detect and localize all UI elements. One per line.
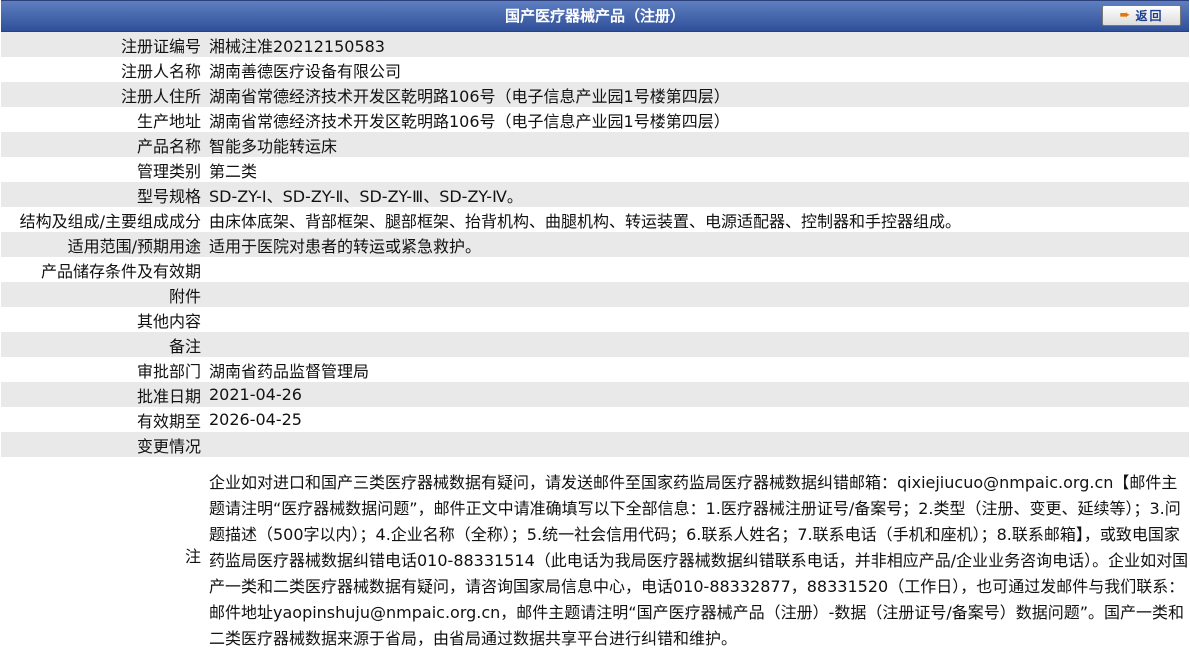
table-row: 附件 — [1, 282, 1189, 307]
field-value: 湖南省药品监督管理局 — [205, 357, 1189, 382]
table-row: 生产地址 湖南省常德经济技术开发区乾明路106号（电子信息产业园1号楼第四层） — [1, 107, 1189, 132]
table-row: 其他内容 — [1, 307, 1189, 332]
field-value: 湖南省常德经济技术开发区乾明路106号（电子信息产业园1号楼第四层） — [205, 107, 1189, 132]
table-row: 产品储存条件及有效期 — [1, 257, 1189, 282]
field-value: 2026-04-25 — [205, 407, 1189, 432]
arrow-right-icon: ➨ — [1119, 8, 1131, 23]
note-text: 企业如对进口和国产三类医疗器械数据有疑问，请发送邮件至国家药监局医疗器械数据纠错… — [205, 457, 1189, 652]
field-label: 附件 — [1, 282, 205, 307]
table-row: 管理类别 第二类 — [1, 157, 1189, 182]
field-label: 注册人住所 — [1, 82, 205, 107]
field-label: 结构及组成/主要组成成分 — [1, 207, 205, 232]
detail-table: 注册证编号 湘械注准20212150583 注册人名称 湖南善德医疗设备有限公司 注册人… — [1, 32, 1189, 652]
field-label: 产品名称 — [1, 132, 205, 157]
field-label: 备注 — [1, 332, 205, 357]
field-value — [205, 332, 1189, 357]
table-row: 型号规格 SD-ZY-Ⅰ、SD-ZY-Ⅱ、SD-ZY-Ⅲ、SD-ZY-Ⅳ。 — [1, 182, 1189, 207]
table-row: 注册证编号 湘械注准20212150583 — [1, 32, 1189, 57]
field-value: 第二类 — [205, 157, 1189, 182]
back-button[interactable]: ➨ 返回 — [1102, 5, 1181, 26]
field-label: 生产地址 — [1, 107, 205, 132]
field-label: 其他内容 — [1, 307, 205, 332]
field-value: 湖南省常德经济技术开发区乾明路106号（电子信息产业园1号楼第四层） — [205, 82, 1189, 107]
field-label: 有效期至 — [1, 407, 205, 432]
field-value — [205, 432, 1189, 457]
field-value: 湘械注准20212150583 — [205, 32, 1189, 57]
table-row: 注册人名称 湖南善德医疗设备有限公司 — [1, 57, 1189, 82]
field-label: 注册证编号 — [1, 32, 205, 57]
field-value: 适用于医院对患者的转运或紧急救护。 — [205, 232, 1189, 257]
field-label: 注册人名称 — [1, 57, 205, 82]
field-value — [205, 257, 1189, 282]
field-value: 湖南善德医疗设备有限公司 — [205, 57, 1189, 82]
field-label: 管理类别 — [1, 157, 205, 182]
field-label: 审批部门 — [1, 357, 205, 382]
table-row: 有效期至 2026-04-25 — [1, 407, 1189, 432]
field-value: 智能多功能转运床 — [205, 132, 1189, 157]
back-button-label: 返回 — [1135, 9, 1164, 23]
field-label: 变更情况 — [1, 432, 205, 457]
field-value: 2021-04-26 — [205, 382, 1189, 407]
table-row: 变更情况 — [1, 432, 1189, 457]
table-row: 批准日期 2021-04-26 — [1, 382, 1189, 407]
note-row: 注企业如对进口和国产三类医疗器械数据有疑问，请发送邮件至国家药监局医疗器械数据纠… — [1, 457, 1189, 652]
field-label: 产品储存条件及有效期 — [1, 257, 205, 282]
table-row: 产品名称 智能多功能转运床 — [1, 132, 1189, 157]
field-value — [205, 282, 1189, 307]
page-header: 国产医疗器械产品（注册） ➨ 返回 — [1, 0, 1189, 32]
table-row: 注册人住所 湖南省常德经济技术开发区乾明路106号（电子信息产业园1号楼第四层） — [1, 82, 1189, 107]
field-value: SD-ZY-Ⅰ、SD-ZY-Ⅱ、SD-ZY-Ⅲ、SD-ZY-Ⅳ。 — [205, 182, 1189, 207]
table-row: 备注 — [1, 332, 1189, 357]
field-label: 批准日期 — [1, 382, 205, 407]
field-value — [205, 307, 1189, 332]
field-value: 由床体底架、背部框架、腿部框架、抬背机构、曲腿机构、转运装置、电源适配器、控制器… — [205, 207, 1189, 232]
table-row: 适用范围/预期用途 适用于医院对患者的转运或紧急救护。 — [1, 232, 1189, 257]
field-label: 适用范围/预期用途 — [1, 232, 205, 257]
field-label: 型号规格 — [1, 182, 205, 207]
page-title: 国产医疗器械产品（注册） — [504, 7, 685, 25]
table-row: 结构及组成/主要组成成分 由床体底架、背部框架、腿部框架、抬背机构、曲腿机构、转运… — [1, 207, 1189, 232]
table-row: 审批部门 湖南省药品监督管理局 — [1, 357, 1189, 382]
note-label: 注 — [1, 457, 205, 652]
